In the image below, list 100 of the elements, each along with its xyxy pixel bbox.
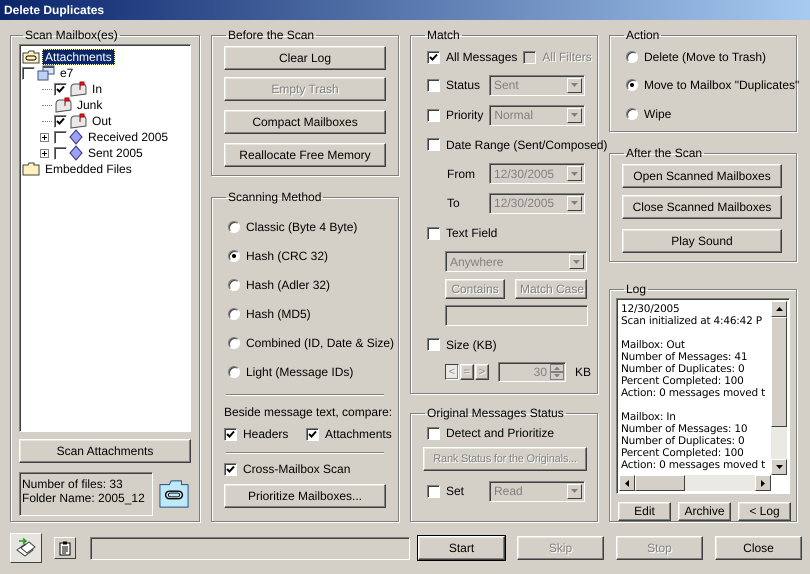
scan-attachments-button[interactable]: Scan Attachments: [19, 439, 191, 463]
group-title: Scanning Method: [227, 190, 322, 204]
expand-toggle[interactable]: [40, 148, 48, 158]
check-icon: [226, 464, 235, 474]
log-line: Percent Completed: 100: [621, 447, 745, 459]
checkbox-label[interactable]: All Messages: [446, 50, 518, 64]
checkbox-label[interactable]: Cross-Mailbox Scan: [243, 462, 350, 476]
paperclip-folder-icon: [159, 479, 189, 509]
log-line: Number of Messages: 10: [621, 423, 748, 435]
after-scan-button[interactable]: Play Sound: [622, 229, 782, 253]
stacked-windows-icon: [37, 65, 55, 81]
tree-item[interactable]: Junk: [74, 97, 106, 113]
arrow-left-icon: [625, 480, 629, 486]
radio-button[interactable]: [626, 51, 638, 63]
checkbox-label[interactable]: Set: [446, 484, 483, 498]
radio-button[interactable]: [228, 366, 240, 378]
arrow-right-icon: [761, 480, 765, 486]
log-button[interactable]: Edit: [618, 502, 671, 520]
group-title: Before the Scan: [227, 28, 316, 42]
checkbox[interactable]: [22, 66, 35, 80]
radio-label[interactable]: Wipe: [644, 106, 672, 120]
log-line: 12/30/2005: [621, 303, 681, 315]
radio-label[interactable]: Combined (ID, Date & Size): [246, 336, 394, 350]
caret-icon: [571, 113, 578, 117]
radio-label[interactable]: Hash (Adler 32): [246, 278, 330, 292]
radio-button[interactable]: [626, 78, 638, 90]
checkbox-label[interactable]: Text Field: [446, 226, 498, 240]
info-text: Folder Name: 2005_12: [22, 491, 146, 505]
log-button[interactable]: < Log: [738, 502, 791, 520]
checkbox[interactable]: [306, 428, 319, 440]
checkbox[interactable]: [54, 82, 67, 96]
action-button[interactable]: Compact Mailboxes: [224, 110, 386, 134]
radio-button[interactable]: [228, 336, 240, 348]
caret-icon: [571, 172, 578, 176]
checkbox-label[interactable]: Detect and Prioritize: [446, 426, 554, 440]
checkbox[interactable]: [427, 426, 440, 440]
radio-button[interactable]: [228, 278, 240, 290]
text-input[interactable]: [445, 305, 588, 326]
checkbox[interactable]: [427, 484, 440, 498]
check-icon: [56, 116, 65, 126]
caret-icon: [573, 260, 580, 264]
checkbox[interactable]: [427, 338, 440, 351]
tree-item[interactable]: In: [89, 81, 106, 97]
action-button[interactable]: Reallocate Free Memory: [224, 142, 386, 166]
toolbar-button[interactable]: [54, 537, 76, 559]
vertical-scrollbar[interactable]: [771, 301, 787, 475]
checkbox[interactable]: [427, 78, 440, 92]
diamond-icon: [69, 129, 83, 145]
checkbox[interactable]: [427, 50, 440, 64]
tree-item[interactable]: Received 2005: [85, 129, 172, 145]
compare-label: Beside message text, compare:: [224, 405, 392, 419]
dialog-button[interactable]: Close: [715, 536, 802, 560]
tree-item[interactable]: Out: [89, 113, 114, 129]
radio-label[interactable]: Delete (Move to Trash): [644, 50, 766, 64]
radio-button[interactable]: [626, 108, 638, 120]
tree-item[interactable]: e7: [57, 65, 76, 81]
spinner-arrows-icon[interactable]: [550, 364, 564, 380]
checkbox-label[interactable]: Attachments: [325, 427, 392, 441]
checkbox[interactable]: [427, 226, 440, 240]
checkbox[interactable]: [427, 138, 440, 151]
mailbox-icon: [69, 81, 87, 97]
radio-label[interactable]: Hash (MD5): [246, 306, 311, 320]
dialog-button[interactable]: Start: [418, 536, 505, 560]
radio-button[interactable]: [228, 220, 240, 232]
arrow-down-icon: [776, 465, 782, 469]
checkbox-label[interactable]: Size (KB): [446, 338, 497, 352]
prioritize-button[interactable]: Prioritize Mailboxes...: [224, 484, 386, 508]
group-title: Original Messages Status: [426, 406, 565, 420]
checkbox[interactable]: [427, 108, 440, 122]
radio-label[interactable]: Light (Message IDs): [246, 364, 354, 378]
after-scan-button[interactable]: Open Scanned Mailboxes: [622, 164, 782, 188]
radio-label[interactable]: Move to Mailbox "Duplicates": [644, 78, 800, 92]
note-icon: [59, 540, 71, 556]
toolbar-button[interactable]: [10, 533, 42, 563]
after-scan-button[interactable]: Close Scanned Mailboxes: [622, 195, 782, 219]
info-text: Number of files: 33: [22, 477, 124, 491]
checkbox[interactable]: [224, 428, 237, 440]
radio-button[interactable]: [228, 250, 240, 262]
log-line: Scan initialized at 4:46:42 P: [621, 315, 763, 327]
tree-item[interactable]: Embedded Files: [42, 161, 135, 177]
checkbox-label[interactable]: Headers: [243, 427, 288, 441]
caret-icon: [571, 83, 578, 87]
group-title: Match: [426, 28, 461, 42]
log-button[interactable]: Archive: [678, 502, 731, 520]
radio-label[interactable]: Hash (CRC 32): [246, 248, 328, 262]
checkbox[interactable]: [224, 462, 237, 476]
paperclip-folder-icon: [22, 50, 40, 64]
radio-label[interactable]: Classic (Byte 4 Byte): [246, 220, 358, 234]
checkbox-label[interactable]: Date Range (Sent/Composed): [446, 138, 608, 152]
checkbox-label[interactable]: Status: [446, 78, 483, 92]
radio-button[interactable]: [228, 308, 240, 320]
checkbox-label[interactable]: Priority: [446, 108, 484, 122]
expand-toggle[interactable]: [40, 132, 48, 142]
action-button[interactable]: Clear Log: [224, 46, 386, 70]
folder-icon: [22, 162, 40, 176]
log-line: Number of Messages: 41: [621, 351, 748, 363]
tree-item[interactable]: Sent 2005: [85, 145, 146, 161]
horizontal-scrollbar[interactable]: [619, 475, 771, 491]
log-line: Mailbox: In: [621, 411, 677, 423]
tree-item[interactable]: Attachments: [42, 49, 115, 65]
